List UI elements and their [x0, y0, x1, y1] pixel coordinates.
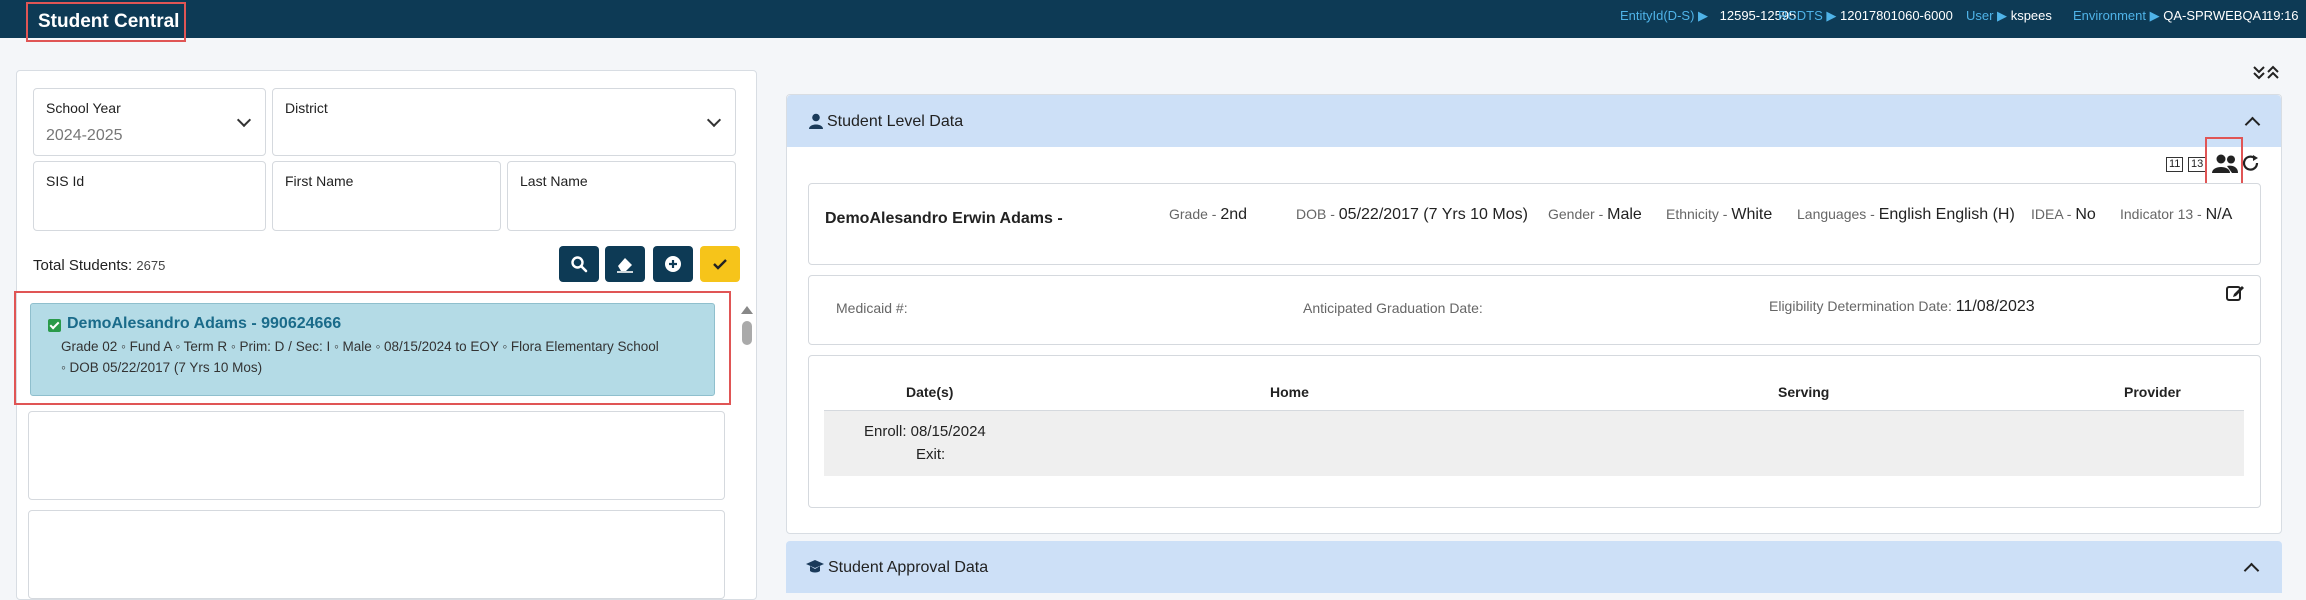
enroll-date: Enroll: 08/15/2024 [864, 423, 986, 440]
sis-id-field[interactable]: SIS Id [33, 161, 266, 231]
user-icon [809, 113, 823, 129]
student-approval-header[interactable]: Student Approval Data [786, 541, 2282, 593]
eraser-icon [617, 258, 633, 273]
idea-label: IDEA - [2031, 206, 2072, 222]
top-bar: Student Central EntityId(D-S) ▶ 12595-12… [0, 0, 2306, 42]
chevron-up-icon[interactable] [2244, 116, 2261, 133]
exit-date: Exit: [916, 446, 946, 463]
chevron-down-icon [236, 112, 252, 128]
eligibility-value: 11/08/2023 [1955, 298, 2035, 315]
student-approval-title: Student Approval Data [828, 559, 989, 576]
languages-field: Languages - English English (H) [1797, 206, 2015, 224]
district-label: District [285, 100, 328, 116]
rcdts-label: RCDTS ▶ [1778, 8, 1837, 23]
student-full-name: DemoAlesandro Erwin Adams - [825, 210, 1063, 227]
search-icon [571, 256, 588, 273]
user: User ▶ kspees [1966, 0, 2052, 32]
collapse-all-icon[interactable] [2252, 64, 2280, 87]
dob-field: DOB - 05/22/2017 (7 Yrs 10 Mos) [1296, 206, 1528, 224]
district-select[interactable]: District [272, 88, 736, 156]
idea-field: IDEA - No [2031, 206, 2096, 224]
medicaid-label: Medicaid #: [836, 300, 908, 316]
clock: 19:16 [2266, 8, 2299, 23]
grade-value: 2nd [1220, 206, 1248, 223]
last-name-field[interactable]: Last Name [507, 161, 736, 231]
eligibility-field: Eligibility Determination Date: 11/08/20… [1769, 298, 2035, 316]
entity-id: EntityId(D-S) ▶ 12595-12595 [1620, 0, 1796, 32]
user-value: kspees [2010, 8, 2052, 23]
student-card[interactable]: DemoAlesandro Adams - 990624666 Grade 02… [30, 303, 715, 396]
ethnicity-value: White [1731, 206, 1773, 223]
grade-label: Grade - [1169, 206, 1217, 222]
total-students-label: Total Students: [33, 257, 133, 274]
eligibility-label: Eligibility Determination Date: [1769, 298, 1952, 314]
dob-label: DOB - [1296, 206, 1335, 222]
add-button[interactable] [653, 246, 693, 282]
list-item[interactable] [28, 510, 725, 599]
student-level-title: Student Level Data [827, 113, 964, 130]
student-details: Grade 02 ◦ Fund A ◦ Term R ◦ Prim: D / S… [61, 339, 659, 354]
table-row: Enroll: 08/15/2024 Exit: [824, 410, 2244, 476]
total-students: Total Students: 2675 [33, 257, 165, 274]
edit-icon[interactable] [2225, 283, 2245, 303]
total-students-count: 2675 [136, 258, 166, 273]
check-icon [713, 259, 727, 270]
chevron-up-icon[interactable] [2243, 562, 2260, 579]
scrollbar-thumb[interactable] [742, 321, 752, 345]
checkbox-checked-icon[interactable] [48, 319, 61, 332]
graduation-cap-icon [806, 560, 824, 573]
ethnicity-field: Ethnicity - White [1666, 206, 1772, 224]
refresh-icon[interactable] [2241, 154, 2261, 174]
search-button[interactable] [559, 246, 599, 282]
column-header-serving: Serving [1778, 384, 1830, 400]
school-year-label: School Year [46, 100, 121, 116]
column-header-dates: Date(s) [906, 384, 954, 400]
graduation-date-label: Anticipated Graduation Date: [1303, 300, 1483, 316]
grade-field: Grade - 2nd [1169, 206, 1247, 224]
languages-label: Languages - [1797, 206, 1875, 222]
school-year-select[interactable]: School Year 2024-2025 [33, 88, 266, 156]
gender-field: Gender - Male [1548, 206, 1642, 224]
environment-value: QA-SPRWEBQA1 [2163, 8, 2269, 23]
selected-student-highlight: DemoAlesandro Adams - 990624666 Grade 02… [14, 291, 731, 405]
clear-button[interactable] [605, 246, 645, 282]
entity-id-label: EntityId(D-S) ▶ [1620, 8, 1709, 23]
gender-label: Gender - [1548, 206, 1604, 222]
plus-circle-icon [665, 256, 681, 272]
student-dob: ◦ DOB 05/22/2017 (7 Yrs 10 Mos) [61, 360, 263, 375]
dob-value: 05/22/2017 (7 Yrs 10 Mos) [1338, 206, 1528, 223]
last-name-label: Last Name [520, 173, 588, 189]
user-label: User ▶ [1966, 8, 2008, 23]
medicaid-card [808, 275, 2261, 345]
indicator-13-field: Indicator 13 - N/A [2120, 206, 2232, 224]
idea-value: No [2075, 206, 2096, 223]
confirm-button[interactable] [700, 246, 740, 282]
users-icon[interactable] [2212, 154, 2238, 174]
column-header-provider: Provider [2124, 384, 2181, 400]
list-item[interactable] [28, 411, 725, 500]
rcdts: RCDTS ▶ 12017801060-6000 [1778, 0, 1953, 32]
chevron-down-icon [706, 112, 722, 128]
sis-id-label: SIS Id [46, 173, 85, 189]
indicator-13-value: N/A [2205, 206, 2233, 223]
first-name-field[interactable]: First Name [272, 161, 501, 231]
student-name[interactable]: DemoAlesandro Adams - 990624666 [67, 315, 341, 333]
first-name-label: First Name [285, 173, 354, 189]
rcdts-value: 12017801060-6000 [1840, 8, 1953, 23]
gender-value: Male [1607, 206, 1642, 223]
calendar-11-icon[interactable]: 11 [2166, 157, 2184, 172]
environment-label: Environment ▶ [2073, 8, 2160, 23]
app-title[interactable]: Student Central [26, 2, 186, 42]
calendar-13-icon[interactable]: 13 [2188, 157, 2207, 172]
school-year-value: 2024-2025 [46, 127, 123, 144]
environment: Environment ▶ QA-SPRWEBQA1 [2073, 0, 2268, 32]
scroll-up-arrow-icon[interactable] [741, 306, 753, 314]
indicator-13-label: Indicator 13 - [2120, 206, 2202, 222]
column-header-home: Home [1270, 384, 1309, 400]
ethnicity-label: Ethnicity - [1666, 206, 1728, 222]
languages-value: English English (H) [1878, 206, 2015, 223]
student-level-header[interactable]: Student Level Data [787, 95, 2281, 147]
